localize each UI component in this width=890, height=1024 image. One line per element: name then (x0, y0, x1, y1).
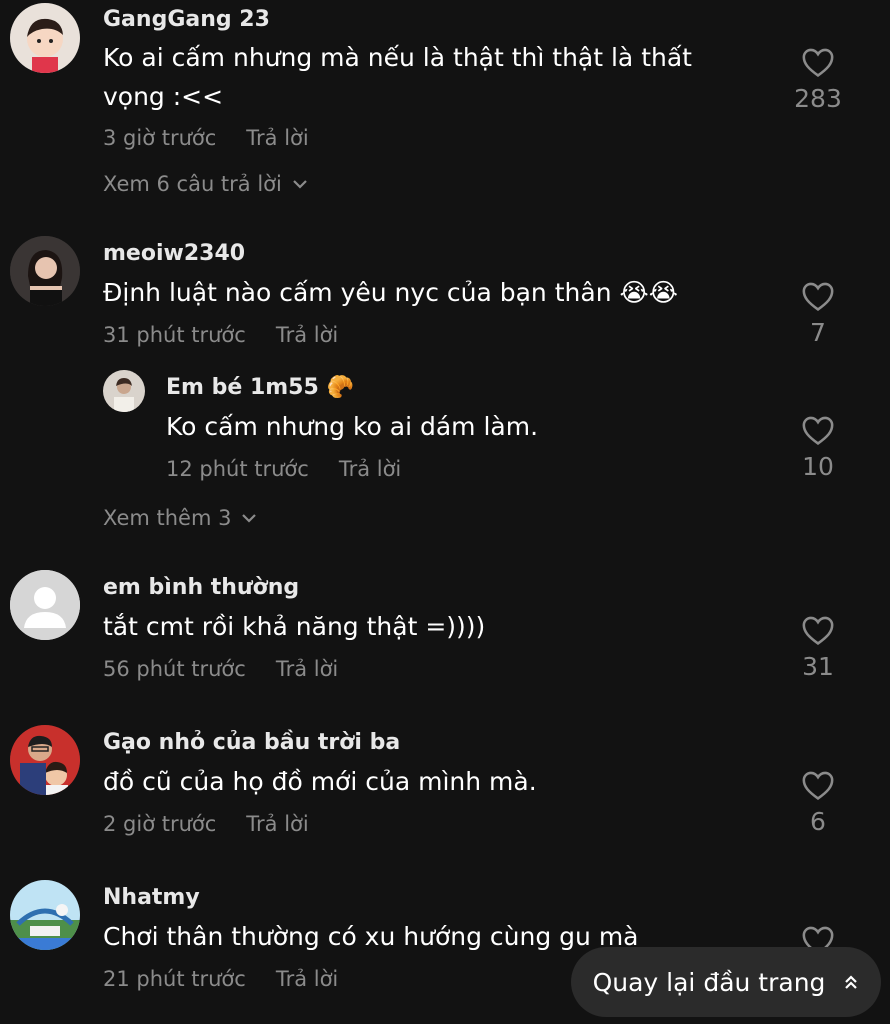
chevron-down-icon (242, 514, 257, 523)
chevron-down-icon (293, 180, 307, 189)
comment-time: 31 phút trước (103, 323, 246, 347)
like-button[interactable]: 6 (783, 769, 853, 836)
like-count: 283 (794, 84, 842, 113)
comment-meta: 31 phút trước Trả lời (103, 323, 338, 347)
heart-outline-icon (802, 616, 834, 646)
comment-meta: 56 phút trước Trả lời (103, 657, 338, 681)
comment-time: 2 giờ trước (103, 812, 217, 836)
like-button[interactable]: 10 (783, 414, 853, 481)
avatar[interactable] (10, 725, 80, 795)
double-chevron-up-icon (845, 975, 858, 989)
like-count: 7 (810, 318, 826, 347)
comment-username[interactable]: Nhatmy (103, 885, 200, 910)
view-more-label: Xem thêm 3 (103, 506, 232, 530)
like-count: 31 (802, 652, 834, 681)
back-to-top-label: Quay lại đầu trang (592, 967, 826, 997)
like-button[interactable]: 7 (783, 280, 853, 347)
back-to-top-button[interactable]: Quay lại đầu trang (571, 947, 881, 1017)
avatar[interactable] (103, 370, 145, 412)
comment-meta: 2 giờ trước Trả lời (103, 812, 309, 836)
view-replies-button[interactable]: Xem 6 câu trả lời (103, 172, 308, 196)
reply-button[interactable]: Trả lời (276, 657, 338, 681)
comment-time: 21 phút trước (103, 967, 246, 991)
heart-outline-icon (802, 48, 834, 78)
reply-button[interactable]: Trả lời (276, 323, 338, 347)
like-count: 10 (802, 452, 834, 481)
like-button[interactable]: 283 (783, 46, 853, 113)
comment-meta: 21 phút trước Trả lời (103, 967, 338, 991)
avatar[interactable] (10, 3, 80, 73)
avatar[interactable] (10, 880, 80, 950)
avatar[interactable] (10, 236, 80, 306)
comment-username[interactable]: GangGang 23 (103, 7, 270, 32)
heart-outline-icon (802, 416, 834, 446)
reply-button[interactable]: Trả lời (246, 126, 308, 150)
reply-username[interactable]: Em bé 1m55 🥐 (166, 375, 354, 400)
comment-text: Ko ai cấm nhưng mà nếu là thật thì thật … (103, 43, 692, 111)
comment-username[interactable]: em bình thường (103, 575, 299, 600)
comment-username[interactable]: Gạo nhỏ của bầu trời ba (103, 730, 400, 755)
like-count: 6 (810, 807, 826, 836)
reply-button[interactable]: Trả lời (276, 967, 338, 991)
reply-text: Ko cấm nhưng ko ai dám làm. (166, 412, 539, 441)
comment-text: đồ cũ của họ đồ mới của mình mà. (103, 767, 537, 796)
comment-meta: 3 giờ trước Trả lời (103, 126, 309, 150)
avatar[interactable] (10, 570, 80, 640)
comment-time: 56 phút trước (103, 657, 246, 681)
heart-outline-icon (802, 771, 834, 801)
comment-text: Định luật nào cấm yêu nyc của bạn thân 😭… (103, 278, 678, 307)
reply-time: 12 phút trước (166, 457, 309, 481)
reply-button[interactable]: Trả lời (246, 812, 308, 836)
view-more-button[interactable]: Xem thêm 3 (103, 506, 257, 530)
reply-button[interactable]: Trả lời (339, 457, 401, 481)
view-replies-label: Xem 6 câu trả lời (103, 172, 282, 196)
like-button[interactable]: 31 (783, 614, 853, 681)
comment-time: 3 giờ trước (103, 126, 217, 150)
reply-meta: 12 phút trước Trả lời (166, 457, 401, 481)
heart-outline-icon (802, 282, 834, 312)
comment-text: tắt cmt rồi khả năng thật =)))) (103, 612, 486, 641)
comment-username[interactable]: meoiw2340 (103, 241, 245, 266)
